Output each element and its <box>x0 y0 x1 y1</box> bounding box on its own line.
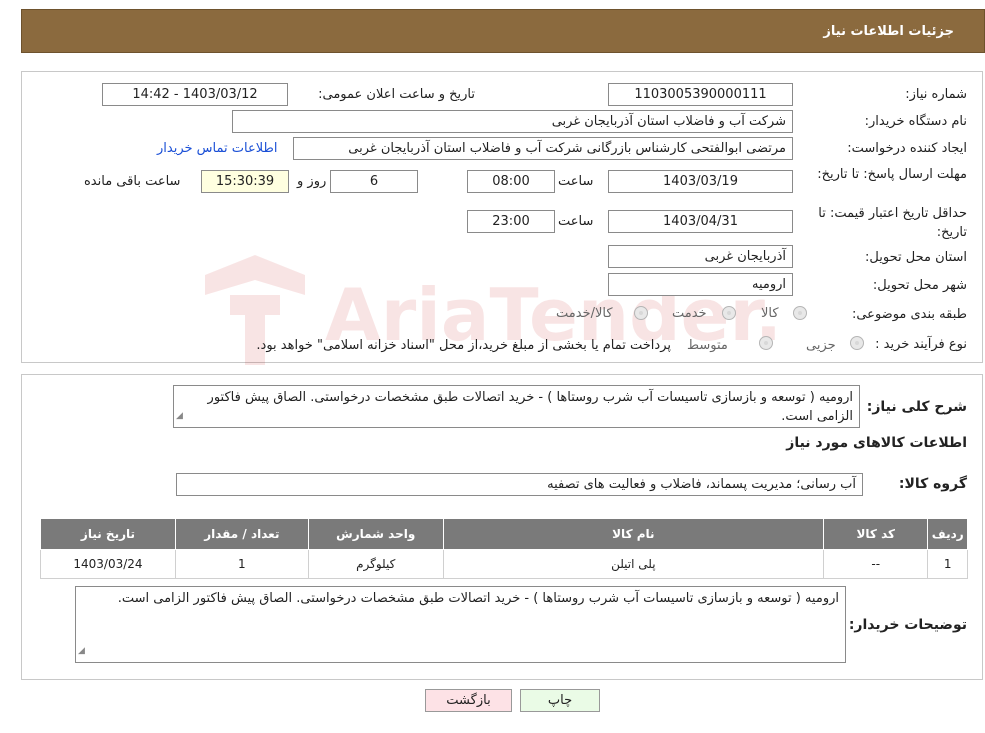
announce-label: تاریخ و ساعت اعلان عمومی: <box>318 87 475 102</box>
col-goods-code: کد کالا <box>822 518 929 550</box>
province-label: استان محل تحویل: <box>865 250 967 265</box>
need-number-label: شماره نیاز: <box>905 87 967 102</box>
buyer-org-label: نام دستگاه خریدار: <box>864 114 967 129</box>
cell-quantity: 1 <box>174 549 309 579</box>
cell-unit: کیلوگرم <box>307 549 444 579</box>
creator-label: ایجاد کننده درخواست: <box>847 141 967 156</box>
print-button[interactable]: چاپ <box>520 689 600 712</box>
page-title: جزئیات اطلاعات نیاز <box>823 23 954 39</box>
goods-table-header: ردیف کد کالا نام کالا واحد شمارش تعداد /… <box>40 518 968 550</box>
category-option-goods: کالا <box>761 306 779 321</box>
reply-time-field[interactable]: 08:00 <box>467 170 555 193</box>
resize-grip-icon[interactable]: ◢ <box>78 642 85 661</box>
col-row-no: ردیف <box>927 518 968 550</box>
goods-section-title: اطلاعات کالاهای مورد نیاز <box>786 435 967 451</box>
price-time-label: ساعت <box>558 214 594 229</box>
city-field[interactable]: ارومیه <box>608 273 793 296</box>
description-textarea[interactable]: ارومیه ( توسعه و بازسازی تاسیسات آب شرب … <box>173 385 860 428</box>
province-field[interactable]: آذربایجان غربی <box>608 245 793 268</box>
description-label: شرح کلی نیاز: <box>866 399 967 415</box>
remaining-label: ساعت باقی مانده <box>84 174 181 189</box>
reply-time-label: ساعت <box>558 174 594 189</box>
category-radio-service[interactable] <box>722 306 736 320</box>
col-quantity: تعداد / مقدار <box>174 518 309 550</box>
col-goods-name: نام کالا <box>442 518 825 550</box>
category-option-both: کالا/خدمت <box>556 306 613 321</box>
table-row[interactable]: 1 -- پلی اتیلن کیلوگرم 1 1403/03/24 <box>40 549 968 579</box>
price-date-field[interactable]: 1403/04/31 <box>608 210 793 233</box>
col-unit: واحد شمارش <box>307 518 444 550</box>
category-option-service: خدمت <box>672 306 707 321</box>
buyer-notes-text: ارومیه ( توسعه و بازسازی تاسیسات آب شرب … <box>117 591 839 606</box>
buyer-notes-textarea[interactable]: ارومیه ( توسعه و بازسازی تاسیسات آب شرب … <box>75 586 846 663</box>
process-radio-minor[interactable] <box>850 336 864 350</box>
description-text: ارومیه ( توسعه و بازسازی تاسیسات آب شرب … <box>207 390 853 424</box>
creator-field[interactable]: مرتضی ابوالفتحی کارشناس بازرگانی شرکت آب… <box>293 137 793 160</box>
need-number-field[interactable]: 1103005390000111 <box>608 83 793 106</box>
buyer-contact-link[interactable]: اطلاعات تماس خریدار <box>157 141 277 156</box>
days-field[interactable]: 6 <box>330 170 418 193</box>
category-label: طبقه بندی موضوعی: <box>851 307 967 322</box>
resize-grip-icon[interactable]: ◢ <box>176 407 183 426</box>
goods-table-wrap: ردیف کد کالا نام کالا واحد شمارش تعداد /… <box>40 518 968 579</box>
cell-row-no: 1 <box>927 549 968 579</box>
category-radio-goods[interactable] <box>793 306 807 320</box>
price-validity-label: حداقل تاریخ اعتبار قیمت: تا تاریخ: <box>818 206 967 240</box>
process-label: نوع فرآیند خرید : <box>875 337 967 352</box>
back-button[interactable]: بازگشت <box>425 689 512 712</box>
price-time-field[interactable]: 23:00 <box>467 210 555 233</box>
city-label: شهر محل تحویل: <box>872 278 967 293</box>
reply-deadline-label: مهلت ارسال پاسخ: تا تاریخ: <box>817 167 967 182</box>
process-option-medium: متوسط <box>687 338 728 353</box>
buyer-org-field[interactable]: شرکت آب و فاضلاب استان آذربایجان غربی <box>232 110 793 133</box>
cell-goods-name: پلی اتیلن <box>442 549 825 579</box>
page-header: جزئیات اطلاعات نیاز <box>21 9 985 53</box>
goods-group-label: گروه کالا: <box>898 476 967 492</box>
days-label: روز و <box>297 174 327 189</box>
cell-goods-code: -- <box>822 549 929 579</box>
col-need-date: تاریخ نیاز <box>40 518 176 550</box>
category-radio-both[interactable] <box>634 306 648 320</box>
buyer-notes-label: توضیحات خریدار: <box>848 617 967 633</box>
process-option-minor: جزیی <box>806 338 836 353</box>
remaining-time-field: 15:30:39 <box>201 170 289 193</box>
goods-group-field[interactable]: آب رسانی؛ مدیریت پسماند، فاضلاب و فعالیت… <box>176 473 863 496</box>
goods-table: ردیف کد کالا نام کالا واحد شمارش تعداد /… <box>40 518 968 579</box>
announce-field[interactable]: 1403/03/12 - 14:42 <box>102 83 288 106</box>
cell-need-date: 1403/03/24 <box>40 549 176 579</box>
reply-date-field[interactable]: 1403/03/19 <box>608 170 793 193</box>
process-radio-medium[interactable] <box>759 336 773 350</box>
process-note: پرداخت تمام یا بخشی از مبلغ خرید،از محل … <box>256 338 671 353</box>
